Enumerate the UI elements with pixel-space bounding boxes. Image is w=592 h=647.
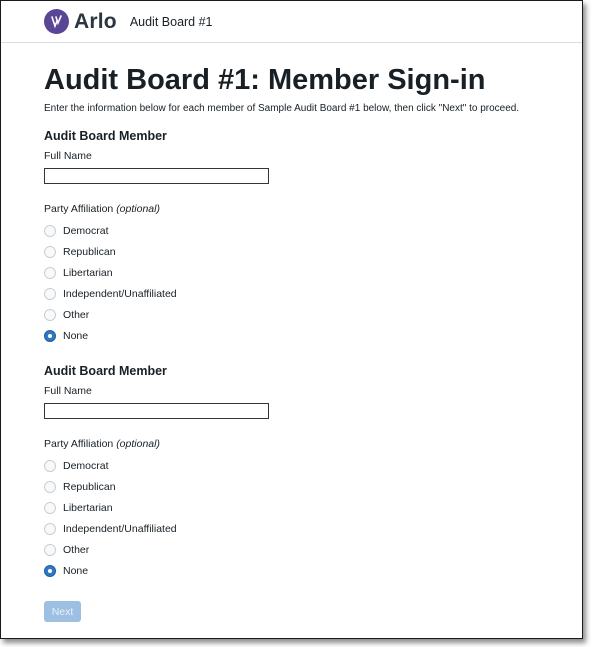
member-heading: Audit Board Member: [44, 129, 167, 143]
radio-button[interactable]: [44, 287, 56, 300]
audit-board-member-1: Audit Board Member Full Name Party Affilia…: [44, 128, 574, 346]
radio-label: Libertarian: [63, 501, 113, 514]
audit-board-name: Audit Board #1: [129, 14, 213, 29]
party-affiliation-label: Party Affiliation (optional): [44, 203, 574, 216]
full-name-label: Full Name: [44, 385, 92, 397]
main-content: Audit Board #1: Member Sign-in Enter the…: [44, 63, 574, 622]
radio-button[interactable]: [44, 245, 56, 258]
party-option-other[interactable]: Other: [44, 304, 574, 325]
party-option-other[interactable]: Other: [44, 539, 574, 560]
radio-button[interactable]: [44, 329, 56, 342]
party-option-republican[interactable]: Republican: [44, 241, 574, 262]
party-option-libertarian[interactable]: Libertarian: [44, 262, 574, 283]
radio-label: Independent/Unaffiliated: [63, 522, 177, 535]
full-name-input[interactable]: [44, 168, 269, 184]
radio-button[interactable]: [44, 522, 56, 535]
top-navbar: Arlo Audit Board #1: [1, 1, 582, 43]
optional-hint: (optional): [116, 203, 160, 215]
radio-label: Republican: [63, 480, 116, 493]
app-window: Arlo Audit Board #1 Audit Board #1: Memb…: [0, 0, 583, 639]
party-option-democrat[interactable]: Democrat: [44, 220, 574, 241]
full-name-input[interactable]: [44, 403, 269, 419]
optional-hint: (optional): [116, 438, 160, 450]
radio-label: Independent/Unaffiliated: [63, 287, 177, 300]
party-option-republican[interactable]: Republican: [44, 476, 574, 497]
arlo-logo-icon: [44, 9, 69, 34]
radio-label: Democrat: [63, 224, 109, 237]
radio-button[interactable]: [44, 308, 56, 321]
next-button[interactable]: Next: [44, 601, 81, 622]
party-radio-group: Democrat Republican Libertarian Independent…: [44, 455, 574, 581]
party-affiliation-text: Party Affiliation: [44, 438, 114, 450]
member-heading: Audit Board Member: [44, 364, 167, 378]
party-affiliation-text: Party Affiliation: [44, 203, 114, 215]
party-radio-group: Democrat Republican Libertarian Independent…: [44, 220, 574, 346]
party-affiliation-label: Party Affiliation (optional): [44, 438, 574, 451]
party-option-libertarian[interactable]: Libertarian: [44, 497, 574, 518]
radio-button[interactable]: [44, 480, 56, 493]
party-option-none[interactable]: None: [44, 560, 574, 581]
radio-button[interactable]: [44, 266, 56, 279]
radio-button[interactable]: [44, 224, 56, 237]
radio-label: Other: [63, 308, 90, 321]
party-option-democrat[interactable]: Democrat: [44, 455, 574, 476]
radio-label: Libertarian: [63, 266, 113, 279]
page-title: Audit Board #1: Member Sign-in: [44, 64, 486, 96]
party-option-independent-unaffiliated[interactable]: Independent/Unaffiliated: [44, 518, 574, 539]
radio-label: Republican: [63, 245, 116, 258]
radio-label: None: [63, 564, 89, 577]
full-name-label: Full Name: [44, 150, 92, 162]
radio-label: Democrat: [63, 459, 109, 472]
instructions-text: Enter the information below for each mem…: [44, 103, 520, 114]
logo-text: Arlo: [74, 9, 117, 33]
radio-label: None: [63, 329, 89, 342]
radio-label: Other: [63, 543, 90, 556]
radio-button[interactable]: [44, 564, 56, 577]
radio-button[interactable]: [44, 501, 56, 514]
radio-button[interactable]: [44, 459, 56, 472]
party-option-none[interactable]: None: [44, 325, 574, 346]
audit-board-member-2: Audit Board Member Full Name Party Affilia…: [44, 363, 574, 581]
party-option-independent-unaffiliated[interactable]: Independent/Unaffiliated: [44, 283, 574, 304]
arlo-logo[interactable]: Arlo: [44, 9, 117, 34]
radio-button[interactable]: [44, 543, 56, 556]
